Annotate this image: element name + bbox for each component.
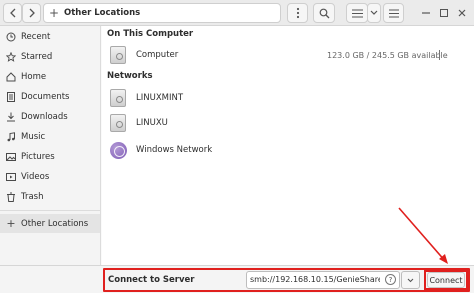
pictures-icon	[6, 152, 16, 162]
chevron-down-icon	[370, 10, 378, 15]
sidebar-item-videos[interactable]: Videos	[0, 167, 100, 186]
star-icon	[6, 51, 16, 62]
sidebar-separator	[0, 210, 100, 211]
music-icon	[6, 131, 16, 142]
sidebar-item-label: Trash	[21, 191, 44, 202]
sidebar-item-trash[interactable]: Trash	[0, 187, 100, 206]
documents-icon	[6, 91, 16, 102]
sidebar-item-label: Music	[21, 131, 46, 142]
sidebar-item-label: Home	[21, 71, 47, 82]
help-icon[interactable]: ?	[385, 274, 396, 285]
maximize-button[interactable]	[436, 3, 452, 23]
file-manager-window: + Other Locations Recent Starred Home Do…	[0, 0, 474, 293]
view-options-button[interactable]	[367, 3, 381, 23]
sidebar-item-music[interactable]: Music	[0, 127, 100, 146]
sidebar-item-recent[interactable]: Recent	[0, 27, 100, 46]
more-vertical-icon	[296, 7, 299, 19]
sidebar-item-label: Recent	[21, 31, 51, 42]
videos-icon	[6, 172, 16, 182]
server-address-value: smb://192.168.10.15/GenieShared/	[250, 275, 380, 284]
sidebar-item-documents[interactable]: Documents	[0, 87, 100, 106]
minimize-icon	[422, 12, 430, 14]
path-bar[interactable]: + Other Locations	[43, 3, 281, 23]
main-menu-button[interactable]	[383, 3, 404, 23]
search-button[interactable]	[313, 3, 335, 23]
plus-icon: +	[6, 217, 16, 230]
list-view-button[interactable]	[346, 3, 368, 23]
sidebar-item-label: Downloads	[21, 111, 68, 122]
path-menu-button[interactable]	[287, 3, 308, 23]
close-icon	[458, 9, 466, 17]
chevron-left-icon	[9, 8, 15, 18]
maximize-icon	[440, 9, 448, 17]
list-view-icon	[351, 9, 363, 17]
sidebar-item-label: Starred	[21, 51, 53, 62]
plus-icon: +	[48, 6, 60, 20]
sidebar-item-other-locations[interactable]: + Other Locations	[0, 214, 100, 233]
sidebar-item-pictures[interactable]: Pictures	[0, 147, 100, 166]
sidebar-item-home[interactable]: Home	[0, 67, 100, 86]
annotation-arrow	[398, 207, 448, 264]
sidebar-item-label: Documents	[21, 91, 70, 102]
header-bar: + Other Locations	[0, 0, 474, 26]
back-button[interactable]	[3, 3, 22, 23]
sidebar-item-label: Pictures	[21, 151, 55, 162]
connect-button[interactable]: Connect	[427, 272, 465, 288]
home-icon	[6, 71, 16, 82]
close-button[interactable]	[454, 3, 470, 23]
chevron-down-icon	[407, 278, 414, 282]
main-content: On This Computer Computer 123.0 GB / 245…	[102, 26, 474, 265]
forward-button[interactable]	[22, 3, 41, 23]
sidebar-item-downloads[interactable]: Downloads	[0, 107, 100, 126]
hamburger-menu-icon	[388, 9, 399, 17]
path-title: Other Locations	[64, 8, 141, 18]
clock-icon	[6, 32, 16, 42]
trash-icon	[6, 192, 16, 202]
connect-to-server-label: Connect to Server	[108, 275, 195, 285]
sidebar-item-starred[interactable]: Starred	[0, 47, 100, 66]
recent-servers-dropdown[interactable]	[401, 271, 420, 289]
sidebar-item-label: Videos	[21, 171, 50, 182]
minimize-button[interactable]	[418, 3, 434, 23]
sidebar-item-label: Other Locations	[21, 218, 89, 229]
download-icon	[6, 112, 16, 122]
chevron-right-icon	[29, 8, 35, 18]
sidebar: Recent Starred Home Documents Downloads	[0, 26, 101, 265]
search-icon	[319, 8, 329, 18]
